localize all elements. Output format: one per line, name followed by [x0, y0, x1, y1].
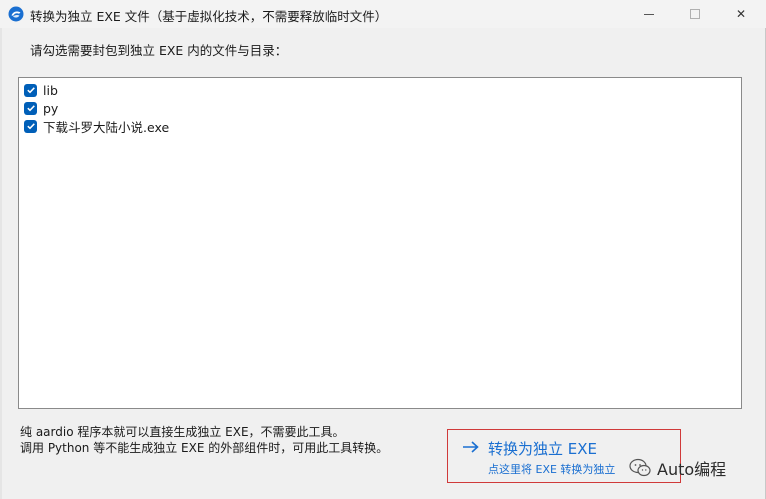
info-note-line1: 纯 aardio 程序本就可以直接生成独立 EXE，不需要此工具。 [20, 425, 345, 439]
convert-button-sublabel: 点这里将 EXE 转换为独立 [488, 463, 616, 476]
info-note: 纯 aardio 程序本就可以直接生成独立 EXE，不需要此工具。 调用 Pyt… [20, 424, 388, 456]
watermark: Auto编程 [629, 456, 726, 480]
arrow-right-icon [463, 441, 479, 453]
check-icon [26, 105, 35, 112]
file-name: 下载斗罗大陆小说.exe [43, 119, 170, 135]
maximize-button[interactable] [672, 0, 718, 28]
title-bar[interactable]: 转换为独立 EXE 文件（基于虚拟化技术，不需要释放临时文件） ✕ [0, 0, 766, 28]
minimize-button[interactable] [626, 0, 672, 28]
file-name: lib [43, 82, 58, 98]
checkbox[interactable] [24, 101, 37, 115]
watermark-text: Auto编程 [657, 460, 727, 479]
checkbox[interactable] [24, 83, 37, 97]
file-list[interactable]: lib py 下载斗罗大陆小说.exe [18, 77, 742, 409]
minimize-icon [644, 13, 654, 15]
info-note-line2: 调用 Python 等不能生成独立 EXE 的外部组件时，可用此工具转换。 [20, 441, 389, 455]
wechat-icon [629, 458, 651, 477]
check-icon [26, 123, 35, 130]
file-name: py [43, 100, 59, 116]
checkbox[interactable] [24, 119, 37, 133]
close-icon: ✕ [735, 7, 747, 21]
file-item-lib[interactable]: lib [24, 81, 58, 99]
convert-button-label: 转换为独立 EXE [488, 440, 597, 458]
instruction-label: 请勾选需要封包到独立 EXE 内的文件与目录： [30, 43, 288, 58]
window-title: 转换为独立 EXE 文件（基于虚拟化技术，不需要释放临时文件） [30, 9, 388, 24]
file-item-py[interactable]: py [24, 99, 58, 117]
check-icon [26, 87, 35, 94]
close-button[interactable]: ✕ [718, 0, 764, 28]
file-item-exe[interactable]: 下载斗罗大陆小说.exe [24, 117, 169, 135]
window-edge [0, 28, 2, 499]
maximize-icon [690, 9, 700, 19]
app-window: 转换为独立 EXE 文件（基于虚拟化技术，不需要释放临时文件） ✕ 请勾选需要封… [0, 0, 766, 499]
app-icon [8, 6, 24, 22]
